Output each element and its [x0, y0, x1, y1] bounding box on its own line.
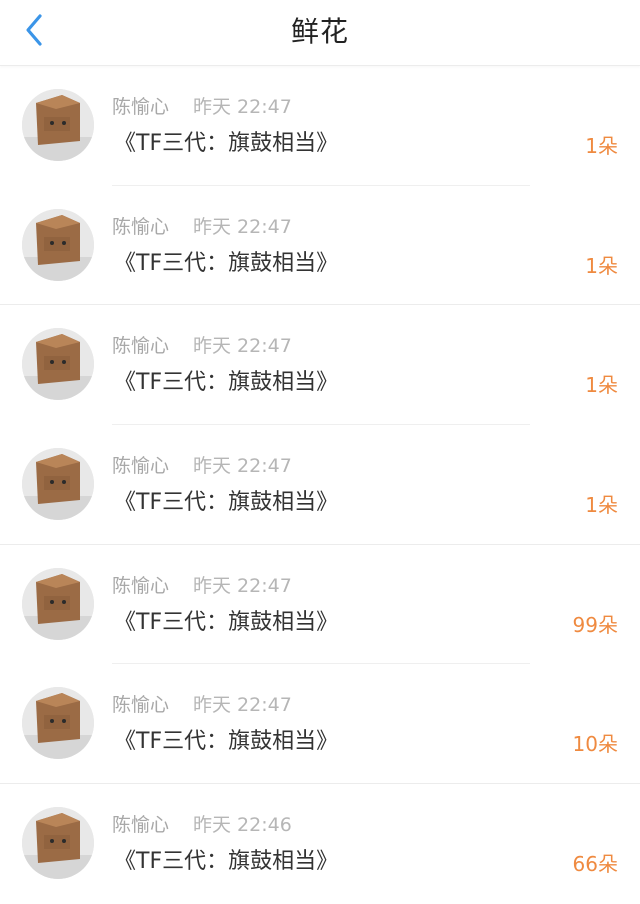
list-item[interactable]: 陈愉心 昨天 22:47 《TF三代：旗鼓相当》 1朵: [0, 186, 640, 306]
timestamp: 昨天 22:47: [193, 335, 292, 358]
timestamp: 昨天 22:47: [193, 694, 292, 717]
sender-name[interactable]: 陈愉心: [112, 812, 169, 838]
list-item[interactable]: 陈愉心 昨天 22:46 《TF三代：旗鼓相当》 66朵: [0, 784, 640, 904]
flower-count: 99朵: [572, 612, 618, 637]
avatar[interactable]: [22, 687, 94, 760]
flower-count: 1朵: [585, 373, 618, 398]
timestamp: 昨天 22:47: [193, 455, 292, 478]
timestamp: 昨天 22:46: [193, 814, 292, 837]
list-item[interactable]: 陈愉心 昨天 22:47 《TF三代：旗鼓相当》 99朵: [0, 545, 640, 665]
list-item[interactable]: 陈愉心 昨天 22:47 《TF三代：旗鼓相当》 1朵: [0, 66, 640, 186]
top-bar: 鲜花: [0, 0, 640, 66]
work-title[interactable]: 《TF三代：旗鼓相当》: [114, 846, 338, 878]
flower-count: 10朵: [572, 732, 618, 757]
sender-name[interactable]: 陈愉心: [112, 214, 169, 240]
sender-name[interactable]: 陈愉心: [112, 692, 169, 718]
flower-count: 1朵: [585, 253, 618, 278]
work-title[interactable]: 《TF三代：旗鼓相当》: [114, 607, 338, 639]
timestamp: 昨天 22:47: [193, 574, 292, 597]
flower-count: 1朵: [585, 493, 618, 518]
list-item[interactable]: 陈愉心 昨天 22:47 《TF三代：旗鼓相当》 1朵: [0, 305, 640, 426]
work-title[interactable]: 《TF三代：旗鼓相当》: [114, 248, 338, 280]
sender-name[interactable]: 陈愉心: [112, 453, 169, 479]
sender-name[interactable]: 陈愉心: [112, 573, 169, 599]
work-title[interactable]: 《TF三代：旗鼓相当》: [114, 487, 338, 519]
timestamp: 昨天 22:47: [193, 215, 292, 238]
avatar[interactable]: [22, 807, 94, 880]
work-title[interactable]: 《TF三代：旗鼓相当》: [114, 726, 338, 758]
work-title[interactable]: 《TF三代：旗鼓相当》: [114, 128, 338, 160]
avatar[interactable]: [22, 328, 94, 401]
avatar[interactable]: [22, 567, 94, 640]
timestamp: 昨天 22:47: [193, 96, 292, 118]
sender-name[interactable]: 陈愉心: [112, 333, 169, 359]
list-item[interactable]: 陈愉心 昨天 22:47 《TF三代：旗鼓相当》 10朵: [0, 664, 640, 785]
work-title[interactable]: 《TF三代：旗鼓相当》: [114, 367, 338, 399]
avatar[interactable]: [22, 448, 94, 521]
flower-record-list: 陈愉心 昨天 22:47 《TF三代：旗鼓相当》 1朵 陈愉心 昨天 22:47…: [0, 66, 640, 904]
flower-count: 66朵: [572, 852, 618, 877]
flower-count: 1朵: [585, 134, 618, 158]
avatar[interactable]: [22, 208, 94, 281]
page-title: 鲜花: [290, 15, 349, 48]
list-item[interactable]: 陈愉心 昨天 22:47 《TF三代：旗鼓相当》 1朵: [0, 425, 640, 545]
sender-name[interactable]: 陈愉心: [112, 94, 169, 120]
avatar[interactable]: [22, 89, 94, 161]
